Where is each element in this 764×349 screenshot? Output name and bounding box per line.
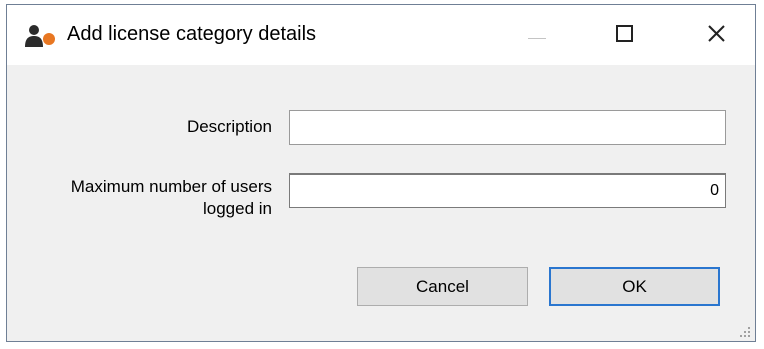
close-button[interactable]: [687, 5, 745, 65]
ok-button[interactable]: OK: [549, 267, 720, 306]
max-users-label-line2: logged in: [202, 199, 272, 218]
close-icon: [708, 25, 725, 42]
max-users-input[interactable]: [289, 173, 726, 208]
title-bar[interactable]: Add license category details: [7, 5, 755, 65]
description-input[interactable]: [289, 110, 726, 145]
dialog-window: Add license category details Description…: [6, 4, 756, 342]
description-label: Description: [187, 116, 272, 138]
license-app-icon: [23, 24, 57, 48]
minimize-button[interactable]: [507, 5, 565, 65]
max-users-label-line1: Maximum number of users: [70, 177, 272, 196]
max-users-label: Maximum number of users logged in: [71, 176, 272, 220]
resize-grip-icon[interactable]: [739, 325, 751, 337]
window-title: Add license category details: [67, 23, 317, 45]
description-label-text: Description: [186, 117, 272, 136]
maximize-button[interactable]: [597, 5, 655, 65]
cancel-button[interactable]: Cancel: [357, 267, 528, 306]
